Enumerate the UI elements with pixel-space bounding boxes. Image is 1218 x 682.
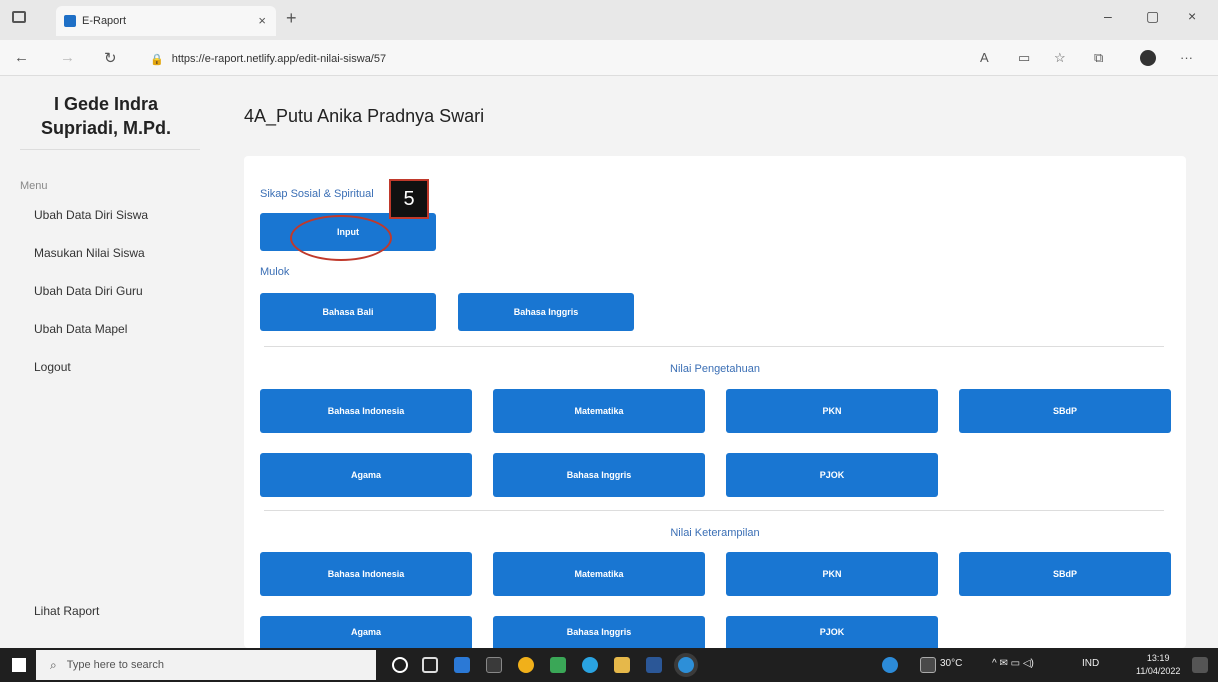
window-menu-icon[interactable] <box>12 11 26 23</box>
chrome-icon[interactable] <box>518 657 534 673</box>
word-icon[interactable] <box>646 657 662 673</box>
pengetahuan-pjok-button[interactable]: PJOK <box>726 453 938 497</box>
refresh-icon[interactable]: ↻ <box>104 49 117 67</box>
pengetahuan-pkn-button[interactable]: PKN <box>726 389 938 433</box>
taskbar-clock[interactable]: 13:19 11/04/2022 <box>1136 652 1180 678</box>
pengetahuan-agama-button[interactable]: Agama <box>260 453 472 497</box>
section-divider <box>264 346 1164 347</box>
search-placeholder: Type here to search <box>66 659 164 671</box>
url-field[interactable]: 🔒 https://e-raport.netlify.app/edit-nila… <box>150 48 970 70</box>
weather-icon[interactable] <box>920 657 936 673</box>
sidebar-divider <box>20 149 200 150</box>
pengetahuan-sbdp-button[interactable]: SBdP <box>959 389 1171 433</box>
keterampilan-bahasa-inggris-button[interactable]: Bahasa Inggris <box>493 616 705 648</box>
browser-tab-bar: E-Raport × + – ▢ × <box>0 0 1218 40</box>
browser-tab[interactable]: E-Raport × <box>56 6 276 36</box>
page-title: 4A_Putu Anika Pradnya Swari <box>244 106 485 126</box>
app-icon[interactable]: ▭ <box>1018 50 1030 66</box>
mulok-bahasa-inggris-button[interactable]: Bahasa Inggris <box>458 293 634 331</box>
cortana-icon[interactable] <box>392 657 408 673</box>
task-view-icon[interactable] <box>422 657 438 673</box>
page: I Gede Indra Supriadi, M.Pd. Menu Ubah D… <box>0 76 1218 648</box>
address-bar-row: ← → ↻ 🔒 https://e-raport.netlify.app/edi… <box>0 40 1218 76</box>
lihat-raport-link[interactable]: Lihat Raport <box>34 604 99 618</box>
sidebar: I Gede Indra Supriadi, M.Pd. Menu Ubah D… <box>0 76 210 648</box>
keterampilan-pjok-button[interactable]: PJOK <box>726 616 938 648</box>
forward-icon[interactable]: → <box>60 49 75 66</box>
highlight-circle <box>290 215 392 261</box>
app-icon-2[interactable] <box>486 657 502 673</box>
clock-time: 13:19 <box>1146 653 1170 663</box>
notification-icon[interactable] <box>1192 657 1208 673</box>
profile-icon[interactable] <box>1140 50 1156 66</box>
language-indicator[interactable]: IND <box>1082 658 1099 669</box>
sidebar-item-masukan-nilai-siswa[interactable]: Masukan Nilai Siswa <box>34 246 145 260</box>
more-icon[interactable]: ··· <box>1180 50 1193 65</box>
pengetahuan-bahasa-inggris-button[interactable]: Bahasa Inggris <box>493 453 705 497</box>
collections-icon[interactable]: ⧉ <box>1094 50 1103 66</box>
tab-close-icon[interactable]: × <box>258 13 266 28</box>
maximize-button[interactable]: ▢ <box>1146 8 1159 25</box>
mulok-bahasa-bali-button[interactable]: Bahasa Bali <box>260 293 436 331</box>
back-icon[interactable]: ← <box>14 49 29 66</box>
search-icon: ⌕ <box>50 657 57 672</box>
keterampilan-bahasa-indonesia-button[interactable]: Bahasa Indonesia <box>260 552 472 596</box>
sidebar-item-ubah-data-diri-siswa[interactable]: Ubah Data Diri Siswa <box>34 208 148 222</box>
step-marker: 5 <box>389 179 429 219</box>
keterampilan-pkn-button[interactable]: PKN <box>726 552 938 596</box>
file-explorer-icon[interactable] <box>614 657 630 673</box>
favorites-icon[interactable]: ☆ <box>1054 50 1066 66</box>
url-text: https://e-raport.netlify.app/edit-nilai-… <box>171 53 387 65</box>
clock-date: 11/04/2022 <box>1136 666 1181 676</box>
nilai-pengetahuan-label: Nilai Pengetahuan <box>670 363 760 375</box>
taskbar: ⌕ Type here to search 30°C ^ ✉ ▭ ◁) IND … <box>0 648 1218 682</box>
windows-start-icon[interactable] <box>12 658 26 672</box>
favicon-icon <box>64 15 76 27</box>
teacher-name: I Gede Indra Supriadi, M.Pd. <box>40 94 171 138</box>
close-window-button[interactable]: × <box>1188 8 1196 24</box>
sikap-label: Sikap Sosial & Spiritual <box>260 188 374 200</box>
minimize-button[interactable]: – <box>1104 8 1112 24</box>
weather-text[interactable]: 30°C <box>940 658 962 669</box>
sidebar-item-ubah-data-mapel[interactable]: Ubah Data Mapel <box>34 322 127 336</box>
read-aloud-icon[interactable]: A <box>980 50 989 65</box>
lock-icon: 🔒 <box>150 53 164 66</box>
taskbar-search[interactable]: ⌕ Type here to search <box>36 650 376 680</box>
menu-label: Menu <box>20 180 48 192</box>
nilai-keterampilan-label: Nilai Keterampilan <box>670 527 760 539</box>
tray-app-icon[interactable] <box>882 657 898 673</box>
sidebar-item-logout[interactable]: Logout <box>34 360 71 374</box>
sidebar-item-ubah-data-diri-guru[interactable]: Ubah Data Diri Guru <box>34 284 143 298</box>
app-icon-1[interactable] <box>454 657 470 673</box>
tray-icons[interactable]: ^ ✉ ▭ ◁) <box>992 658 1034 669</box>
keterampilan-agama-button[interactable]: Agama <box>260 616 472 648</box>
mulok-label: Mulok <box>260 266 290 278</box>
pengetahuan-bahasa-indonesia-button[interactable]: Bahasa Indonesia <box>260 389 472 433</box>
keterampilan-sbdp-button[interactable]: SBdP <box>959 552 1171 596</box>
new-tab-button[interactable]: + <box>286 8 297 29</box>
telegram-icon[interactable] <box>582 657 598 673</box>
app-icon-3[interactable] <box>550 657 566 673</box>
keterampilan-matematika-button[interactable]: Matematika <box>493 552 705 596</box>
section-divider <box>264 510 1164 511</box>
pengetahuan-matematika-button[interactable]: Matematika <box>493 389 705 433</box>
edge-icon[interactable] <box>678 657 694 673</box>
tab-title: E-Raport <box>82 15 127 27</box>
